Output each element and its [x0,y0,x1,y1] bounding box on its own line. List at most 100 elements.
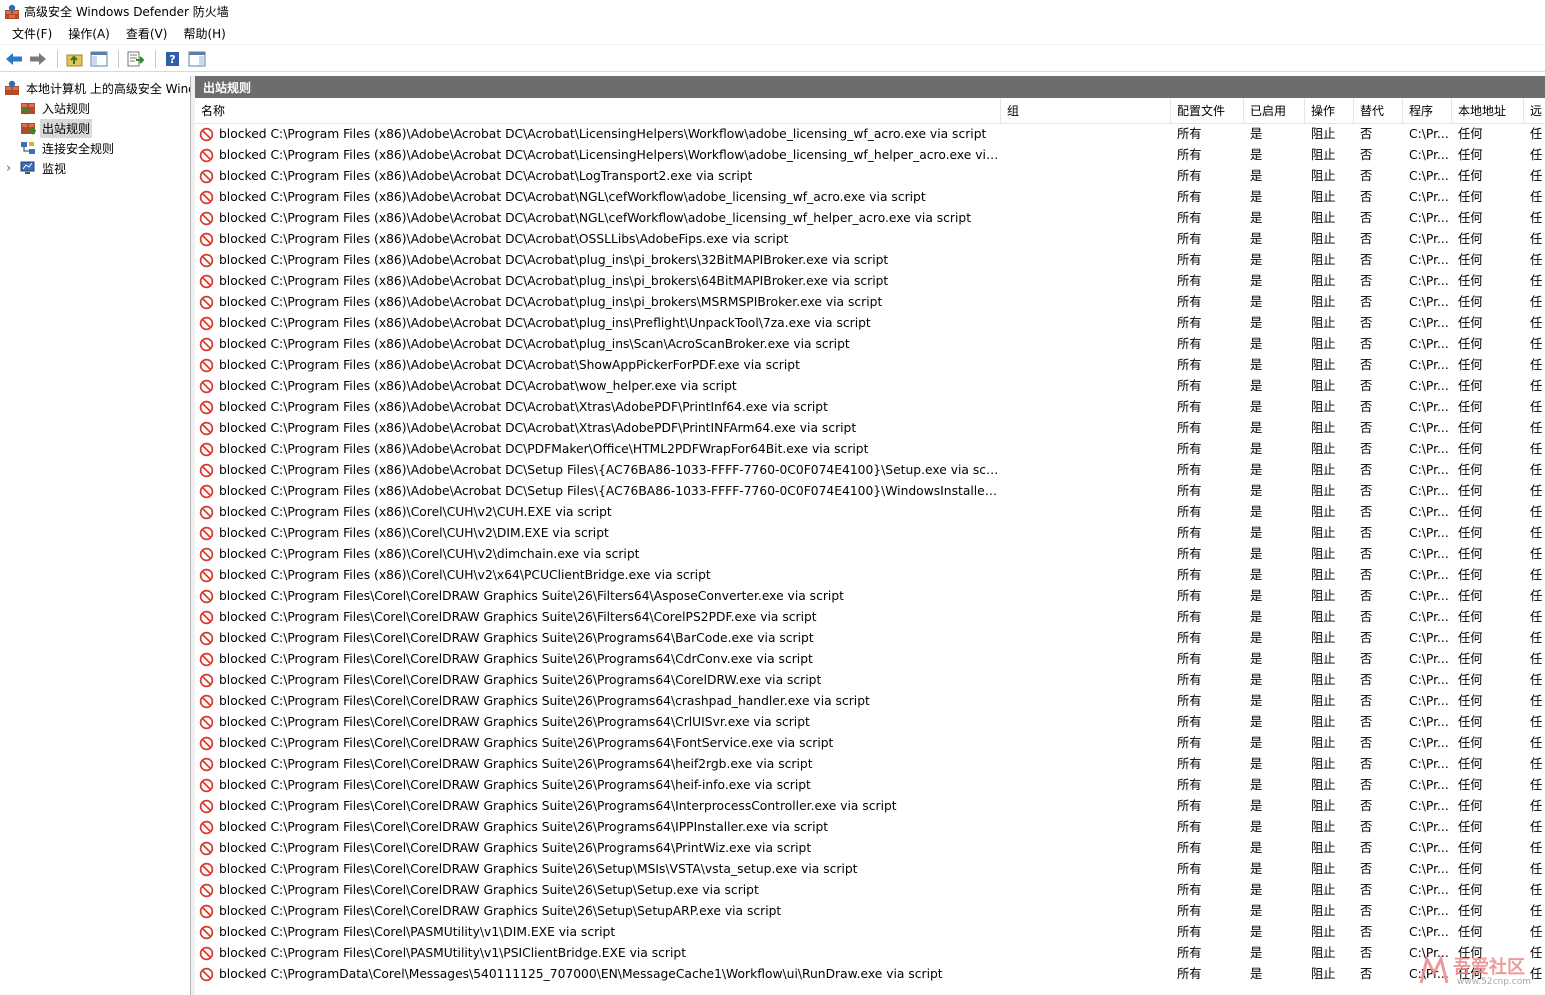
table-row[interactable]: blocked C:\Program Files\Corel\CorelDRAW… [195,838,1545,859]
table-row[interactable]: blocked C:\Program Files\Corel\CorelDRAW… [195,607,1545,628]
cell-enabled: 是 [1250,673,1263,687]
column-header-group[interactable]: 组 [1001,97,1171,124]
tree-item-label: 出站规则 [40,118,93,138]
cell-action: 阻止 [1311,484,1336,498]
cell-override: 否 [1360,484,1373,498]
table-row[interactable]: blocked C:\Program Files\Corel\CorelDRAW… [195,670,1545,691]
cell-action: 阻止 [1311,295,1336,309]
cell-profile: 所有 [1177,211,1202,225]
column-header-enabled[interactable]: 已启用 [1244,97,1305,124]
table-row[interactable]: blocked C:\Program Files\Corel\CorelDRAW… [195,733,1545,754]
table-row[interactable]: blocked C:\Program Files (x86)\Adobe\Acr… [195,187,1545,208]
table-row[interactable]: blocked C:\Program Files\Corel\CorelDRAW… [195,901,1545,922]
column-header-override[interactable]: 替代 [1354,97,1403,124]
back-button[interactable] [3,48,25,70]
table-row[interactable]: blocked C:\Program Files (x86)\Adobe\Acr… [195,229,1545,250]
cell-action: 阻止 [1311,883,1336,897]
cell-enabled: 是 [1250,652,1263,666]
table-row[interactable]: blocked C:\Program Files\Corel\PASMUtili… [195,943,1545,964]
column-header-remote-address[interactable]: 远 [1524,98,1545,124]
cell-enabled: 是 [1250,946,1263,960]
table-row[interactable]: blocked C:\Program Files\Corel\CorelDRAW… [195,796,1545,817]
cell-name: blocked C:\Program Files\Corel\PASMUtili… [195,943,1001,964]
menu-file[interactable]: 文件(F) [4,23,60,44]
show-hide-action-pane-button[interactable] [186,48,208,70]
rule-name: blocked C:\Program Files (x86)\Adobe\Acr… [219,295,883,309]
table-row[interactable]: blocked C:\Program Files\Corel\CorelDRAW… [195,649,1545,670]
table-row[interactable]: blocked C:\Program Files\Corel\CorelDRAW… [195,754,1545,775]
column-header-action[interactable]: 操作 [1305,97,1354,124]
table-row[interactable]: blocked C:\Program Files\Corel\CorelDRAW… [195,691,1545,712]
tree-item-connection-security[interactable]: 连接安全规则 [0,138,190,158]
cell-action: 阻止 [1311,379,1336,393]
tree-item-inbound-rules[interactable]: 入站规则 [0,98,190,118]
blocked-icon [199,820,214,835]
cell-local-address: 任何 [1458,253,1483,267]
cell-program: C:\Pr... [1409,610,1449,624]
column-header-program[interactable]: 程序 [1403,97,1452,124]
cell-remote-address: 任 [1530,673,1543,687]
table-row[interactable]: blocked C:\Program Files (x86)\Adobe\Acr… [195,376,1545,397]
expand-chevron-icon[interactable]: › [6,161,20,176]
table-row[interactable]: blocked C:\Program Files (x86)\Adobe\Acr… [195,124,1545,145]
cell-local-address: 任何 [1458,274,1483,288]
tree-item-monitor[interactable]: › 监视 [0,158,190,178]
column-header-profile[interactable]: 配置文件 [1171,97,1244,124]
cell-remote-address: 任 [1530,736,1543,750]
menu-view[interactable]: 查看(V) [118,23,176,44]
tree-item-outbound-rules[interactable]: 出站规则 [0,118,190,138]
show-hide-console-tree-button[interactable] [88,48,110,70]
table-row[interactable]: blocked C:\Program Files\Corel\CorelDRAW… [195,775,1545,796]
cell-program: C:\Pr... [1409,232,1449,246]
cell-action: 阻止 [1311,190,1336,204]
table-row[interactable]: blocked C:\Program Files (x86)\Corel\CUH… [195,544,1545,565]
column-header-local-address[interactable]: 本地地址 [1452,97,1524,124]
table-row[interactable]: blocked C:\Program Files (x86)\Corel\CUH… [195,523,1545,544]
table-row[interactable]: blocked C:\Program Files\Corel\CorelDRAW… [195,628,1545,649]
cell-action: 阻止 [1311,148,1336,162]
cell-profile: 所有 [1177,967,1202,981]
table-row[interactable]: blocked C:\Program Files (x86)\Adobe\Acr… [195,166,1545,187]
help-button[interactable]: ? [162,48,184,70]
table-row[interactable]: blocked C:\Program Files\Corel\CorelDRAW… [195,880,1545,901]
table-row[interactable]: blocked C:\Program Files (x86)\Adobe\Acr… [195,397,1545,418]
table-row[interactable]: blocked C:\Program Files (x86)\Adobe\Acr… [195,481,1545,502]
forward-button[interactable] [27,48,49,70]
table-row[interactable]: blocked C:\Program Files\Corel\CorelDRAW… [195,817,1545,838]
table-row[interactable]: blocked C:\ProgramData\Corel\Messages\54… [195,964,1545,985]
rule-name: blocked C:\Program Files\Corel\CorelDRAW… [219,757,813,771]
cell-name: blocked C:\Program Files (x86)\Adobe\Acr… [195,481,1001,502]
menu-help[interactable]: 帮助(H) [175,23,233,44]
table-row[interactable]: blocked C:\Program Files (x86)\Adobe\Acr… [195,355,1545,376]
table-row[interactable]: blocked C:\Program Files (x86)\Adobe\Acr… [195,208,1545,229]
table-row[interactable]: blocked C:\Program Files\Corel\PASMUtili… [195,922,1545,943]
table-row[interactable]: blocked C:\Program Files (x86)\Adobe\Acr… [195,334,1545,355]
toolbar-separator [118,49,119,68]
cell-local-address: 任何 [1458,883,1483,897]
cell-enabled: 是 [1250,274,1263,288]
table-row[interactable]: blocked C:\Program Files (x86)\Adobe\Acr… [195,292,1545,313]
cell-override: 否 [1360,568,1373,582]
cell-enabled: 是 [1250,421,1263,435]
table-row[interactable]: blocked C:\Program Files (x86)\Adobe\Acr… [195,439,1545,460]
table-row[interactable]: blocked C:\Program Files (x86)\Adobe\Acr… [195,313,1545,334]
menu-action[interactable]: 操作(A) [60,23,118,44]
table-row[interactable]: blocked C:\Program Files (x86)\Adobe\Acr… [195,250,1545,271]
table-row[interactable]: blocked C:\Program Files (x86)\Adobe\Acr… [195,460,1545,481]
toolbar-separator [57,49,58,68]
cell-enabled: 是 [1250,862,1263,876]
column-header-name[interactable]: 名称 [195,97,1001,124]
table-row[interactable]: blocked C:\Program Files\Corel\CorelDRAW… [195,586,1545,607]
table-row[interactable]: blocked C:\Program Files (x86)\Adobe\Acr… [195,271,1545,292]
table-row[interactable]: blocked C:\Program Files (x86)\Corel\CUH… [195,565,1545,586]
cell-enabled: 是 [1250,967,1263,981]
table-row[interactable]: blocked C:\Program Files\Corel\CorelDRAW… [195,859,1545,880]
tree-item-firewall[interactable]: 本地计算机 上的高级安全 Windows Defender 防火墙 [0,78,190,98]
export-list-button[interactable] [125,48,147,70]
table-row[interactable]: blocked C:\Program Files (x86)\Adobe\Acr… [195,418,1545,439]
table-row[interactable]: blocked C:\Program Files (x86)\Adobe\Acr… [195,145,1545,166]
table-row[interactable]: blocked C:\Program Files\Corel\CorelDRAW… [195,712,1545,733]
table-row[interactable]: blocked C:\Program Files (x86)\Corel\CUH… [195,502,1545,523]
up-level-button[interactable] [64,48,86,70]
cell-action: 阻止 [1311,673,1336,687]
